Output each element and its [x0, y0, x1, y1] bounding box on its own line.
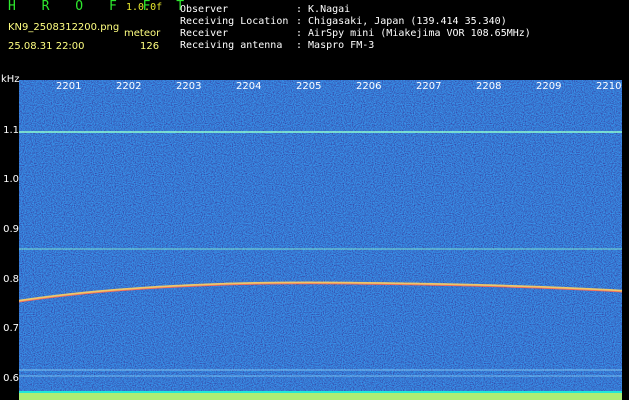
noise-texture — [19, 80, 622, 400]
y-unit-label: kHz — [1, 74, 20, 85]
receiver-value: : AirSpy mini (Miakejima VOR 108.65MHz) — [296, 28, 531, 39]
observer-value: : K.Nagai — [296, 4, 351, 15]
x-tick-2207: 2207 — [416, 81, 442, 92]
meteor-label: meteor — [124, 28, 161, 39]
y-tick-1-0: 1.0 — [3, 174, 19, 185]
location-value: : Chigasaki, Japan (139.414 35.340) — [296, 16, 507, 27]
x-tick-2206: 2206 — [356, 81, 382, 92]
x-tick-2205: 2205 — [296, 81, 322, 92]
receiver-label: Receiver — [180, 28, 229, 39]
app-version: 1.0.0f — [126, 2, 163, 13]
app-title: H R O F F T — [8, 0, 194, 14]
y-tick-0-6: 0.6 — [3, 373, 19, 384]
x-tick-2203: 2203 — [176, 81, 202, 92]
observer-label: Observer — [180, 4, 229, 15]
x-tick-2202: 2202 — [116, 81, 142, 92]
date-time: 25.08.31 22:00 — [8, 41, 85, 52]
header-panel: H R O F F T 1.0.0f KN9_2508312200.png me… — [0, 0, 629, 78]
spectrogram-svg — [19, 80, 622, 400]
y-tick-1-1: 1.1 — [3, 125, 19, 136]
location-label: Receiving Location — [180, 16, 289, 27]
y-tick-0-8: 0.8 — [3, 274, 19, 285]
y-tick-0-7: 0.7 — [3, 323, 19, 334]
x-tick-2208: 2208 — [476, 81, 502, 92]
spectrogram-plot — [19, 80, 622, 400]
antenna-value: : Maspro FM-3 — [296, 40, 375, 51]
x-tick-2204: 2204 — [236, 81, 262, 92]
x-tick-2209: 2209 — [536, 81, 562, 92]
x-tick-2201: 2201 — [56, 81, 82, 92]
x-tick-2210: 2210 — [596, 81, 622, 92]
antenna-label: Receiving antenna — [180, 40, 283, 51]
file-name: KN9_2508312200.png — [8, 22, 120, 33]
meteor-count: 126 — [140, 41, 160, 52]
right-border — [622, 80, 629, 400]
bottom-band-highlight — [19, 393, 622, 400]
y-tick-0-9: 0.9 — [3, 224, 19, 235]
